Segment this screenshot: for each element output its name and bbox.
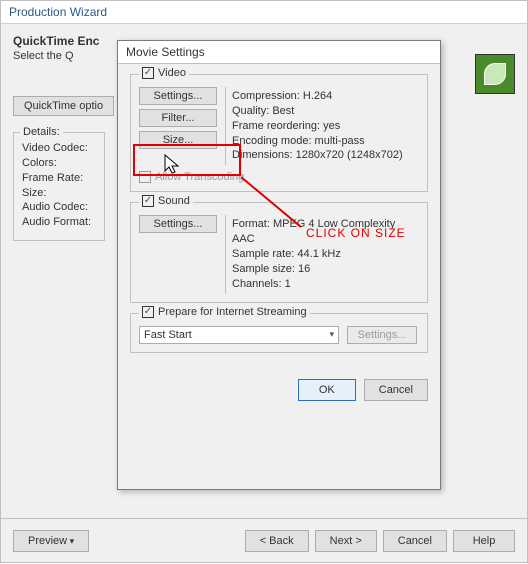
detail-frame-rate: Frame Rate: xyxy=(22,171,96,186)
video-info-compression: Compression: H.264 xyxy=(232,89,413,104)
sound-legend: ✓ Sound xyxy=(139,195,193,207)
next-button[interactable]: Next > xyxy=(315,530,377,552)
detail-video-codec: Video Codec: xyxy=(22,141,96,156)
dialog-cancel-button[interactable]: Cancel xyxy=(364,379,428,401)
window-title: Production Wizard xyxy=(1,1,527,24)
streaming-checkbox[interactable]: ✓ xyxy=(142,306,154,318)
streaming-settings-button: Settings... xyxy=(347,326,417,344)
ok-button[interactable]: OK xyxy=(298,379,356,401)
sound-group: ✓Sound Settings... Format: MPEG 4 Low Co… xyxy=(130,202,428,302)
details-legend: Details: xyxy=(20,125,63,140)
allow-transcoding-checkbox xyxy=(139,171,151,183)
detail-size: Size: xyxy=(22,186,96,201)
allow-transcoding-label: Allow Transcoding xyxy=(155,171,244,183)
streaming-select-value: Fast Start xyxy=(144,329,192,341)
streaming-select[interactable]: Fast Start xyxy=(139,326,339,344)
dialog-buttons: OK Cancel xyxy=(118,373,440,411)
streaming-legend: ✓ Prepare for Internet Streaming xyxy=(139,306,310,318)
video-filter-button[interactable]: Filter... xyxy=(139,109,217,127)
detail-audio-format: Audio Format: xyxy=(22,215,96,230)
camtasia-logo xyxy=(475,54,515,94)
detail-audio-codec: Audio Codec: xyxy=(22,200,96,215)
dialog-title: Movie Settings xyxy=(118,41,440,64)
sound-info-format: Format: MPEG 4 Low Complexity AAC xyxy=(232,217,413,247)
wizard-bottom-bar: Preview < Back Next > Cancel Help xyxy=(1,518,527,562)
video-legend: ✓ Video xyxy=(139,67,189,79)
video-info-encoding: Encoding mode: multi-pass xyxy=(232,134,413,149)
sound-settings-button[interactable]: Settings... xyxy=(139,215,217,233)
video-size-button[interactable]: Size... xyxy=(139,131,217,149)
sound-legend-text: Sound xyxy=(158,195,190,207)
streaming-group: ✓Prepare for Internet Streaming Fast Sta… xyxy=(130,313,428,353)
video-info: Compression: H.264 Quality: Best Frame r… xyxy=(225,87,419,165)
help-button[interactable]: Help xyxy=(453,530,515,552)
quicktime-options-button[interactable]: QuickTime optio xyxy=(13,96,114,116)
dialog-body: ✓ Video Settings... Filter... Size... Com… xyxy=(118,64,440,373)
sound-checkbox[interactable]: ✓ xyxy=(142,195,154,207)
wizard-body: QuickTime Enc Select the Q QuickTime opt… xyxy=(1,24,527,517)
video-group: ✓Video Settings... Filter... Size... Com… xyxy=(130,74,428,192)
cancel-button[interactable]: Cancel xyxy=(383,530,447,552)
detail-colors: Colors: xyxy=(22,156,96,171)
video-legend-text: Video xyxy=(158,67,186,79)
sound-info-channels: Channels: 1 xyxy=(232,277,413,292)
back-button[interactable]: < Back xyxy=(245,530,309,552)
camtasia-logo-icon xyxy=(484,63,506,85)
production-wizard-window: Production Wizard QuickTime Enc Select t… xyxy=(0,0,528,563)
video-info-quality: Quality: Best xyxy=(232,104,413,119)
sound-info: Format: MPEG 4 Low Complexity AAC Sample… xyxy=(225,215,419,293)
movie-settings-dialog: Movie Settings ✓ Video Settings... Filter… xyxy=(117,40,441,490)
sound-info-rate: Sample rate: 44.1 kHz xyxy=(232,247,413,262)
allow-transcoding-row: Allow Transcoding xyxy=(139,171,419,183)
video-info-reorder: Frame reordering: yes xyxy=(232,119,413,134)
details-group: Details: Video Codec: Colors: Frame Rate… xyxy=(13,132,105,241)
video-settings-button[interactable]: Settings... xyxy=(139,87,217,105)
sound-info-size: Sample size: 16 xyxy=(232,262,413,277)
preview-button[interactable]: Preview xyxy=(13,530,89,552)
video-info-dimensions: Dimensions: 1280x720 (1248x702) xyxy=(232,148,413,163)
streaming-legend-text: Prepare for Internet Streaming xyxy=(158,306,307,318)
video-checkbox[interactable]: ✓ xyxy=(142,67,154,79)
